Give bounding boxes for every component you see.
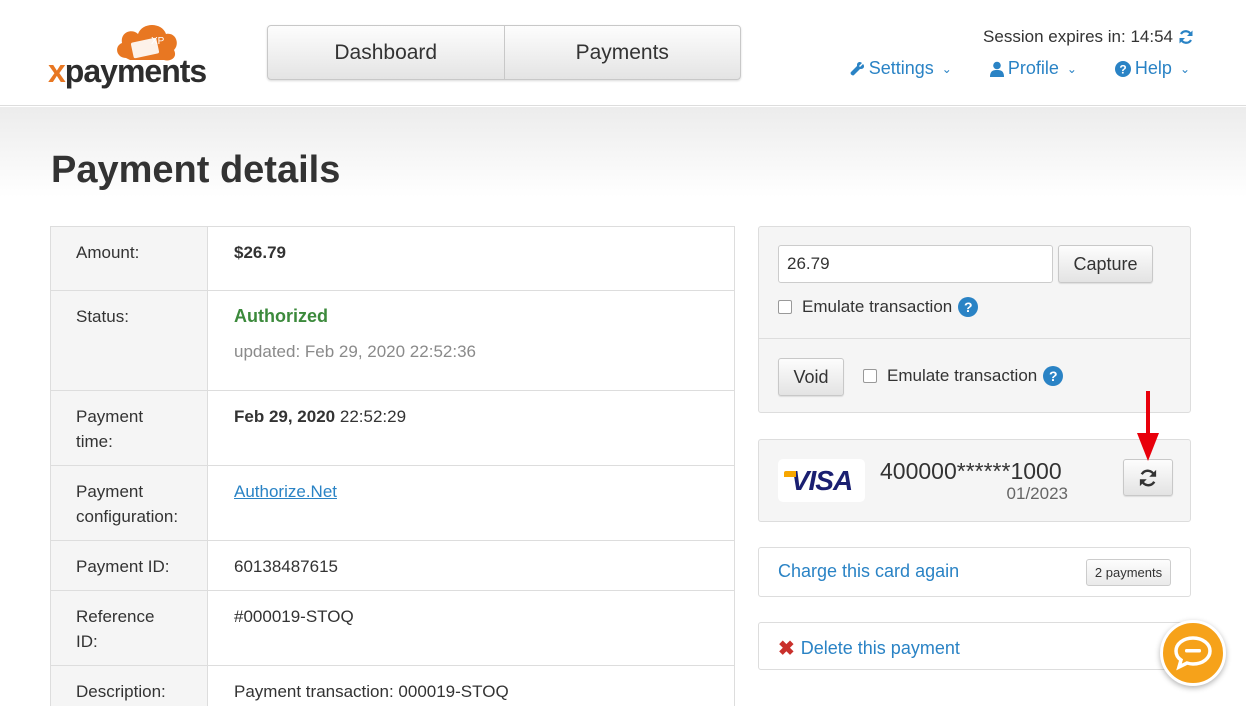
description-value: Payment transaction: 000019-STOQ — [234, 682, 509, 701]
wrench-icon — [850, 61, 864, 75]
capture-emulate-checkbox[interactable] — [778, 300, 792, 314]
charge-again-panel: Charge this card again 2 payments — [758, 547, 1191, 597]
payment-id-label: Payment ID: — [51, 541, 208, 590]
visa-logo-icon: VISA — [778, 459, 865, 502]
description-label: Description: — [51, 666, 208, 706]
details-row-description: Description: Payment transaction: 000019… — [51, 666, 734, 706]
profile-label: Profile — [1007, 58, 1059, 78]
status-value: Authorized — [234, 306, 328, 326]
delete-payment-link[interactable]: ✖ Delete this payment — [778, 636, 960, 661]
payments-count-badge[interactable]: 2 payments — [1086, 559, 1171, 586]
delete-payment-panel: ✖ Delete this payment — [758, 622, 1191, 670]
user-icon — [989, 61, 1004, 77]
annotation-arrow-icon — [1137, 391, 1159, 461]
transaction-actions-panel: Capture Emulate transaction ? Void Emula… — [758, 226, 1191, 413]
payment-configuration-link[interactable]: Authorize.Net — [234, 482, 337, 501]
svg-text:XP: XP — [151, 36, 165, 47]
capture-section: Capture Emulate transaction ? — [759, 227, 1190, 339]
details-row-amount: Amount: $26.79 — [51, 227, 734, 291]
chevron-down-icon: ⌄ — [1066, 61, 1077, 76]
saved-card-panel: VISA 400000******1000 01/2023 — [758, 439, 1191, 522]
details-row-payment-id: Payment ID: 60138487615 — [51, 541, 734, 591]
help-icon[interactable]: ? — [1043, 366, 1064, 386]
void-emulate-checkbox[interactable] — [863, 369, 877, 383]
top-menus: Settings ⌄ Profile ⌄ ? Help ⌄ — [849, 58, 1190, 79]
payment-time-date: Feb 29, 2020 — [234, 407, 336, 426]
question-circle-icon: ? — [1114, 60, 1131, 77]
reference-label-1: Reference — [76, 607, 155, 626]
void-emulate-row: Emulate transaction ? — [863, 366, 1064, 386]
nav-payments-button[interactable]: Payments — [503, 26, 741, 79]
help-menu[interactable]: ? Help ⌄ — [1114, 58, 1190, 79]
chevron-down-icon: ⌄ — [941, 61, 952, 76]
xpayments-logo[interactable]: XP xpayments — [48, 18, 218, 92]
config-label-1: Payment — [76, 482, 144, 501]
capture-amount-input[interactable] — [778, 245, 1053, 283]
status-updated: updated: Feb 29, 2020 22:52:36 — [234, 342, 476, 361]
chevron-down-icon: ⌄ — [1179, 61, 1190, 76]
session-timer: Session expires in: 14:54 — [983, 27, 1194, 47]
main-content: Payment details Amount: $26.79 Status: A… — [0, 107, 1246, 706]
live-chat-button[interactable] — [1160, 620, 1226, 686]
capture-button[interactable]: Capture — [1058, 245, 1153, 283]
capture-emulate-label: Emulate transaction — [802, 297, 953, 316]
details-row-status: Status: Authorized updated: Feb 29, 2020… — [51, 291, 734, 391]
amount-value: $26.79 — [234, 243, 286, 262]
logo-wordmark: xpayments — [48, 53, 207, 89]
status-label: Status: — [51, 291, 208, 390]
help-label: Help — [1134, 58, 1172, 78]
charge-card-again-link[interactable]: Charge this card again — [778, 561, 959, 582]
payment-id-value: 60138487615 — [234, 557, 339, 576]
nav-dashboard-button[interactable]: Dashboard — [268, 26, 504, 79]
details-row-configuration: Payment configuration: Authorize.Net — [51, 466, 734, 541]
session-label: Session expires in: 14:54 — [983, 27, 1173, 46]
details-row-payment-time: Payment time: Feb 29, 2020 22:52:29 — [51, 391, 734, 466]
refresh-icon — [1139, 469, 1157, 486]
profile-menu[interactable]: Profile ⌄ — [989, 58, 1077, 79]
svg-text:?: ? — [1119, 62, 1126, 76]
refresh-session-icon[interactable] — [1178, 29, 1194, 45]
payment-details-table: Amount: $26.79 Status: Authorized update… — [50, 226, 735, 706]
settings-menu[interactable]: Settings ⌄ — [849, 58, 952, 79]
void-button[interactable]: Void — [778, 358, 844, 396]
help-icon[interactable]: ? — [958, 297, 979, 317]
chat-bubble-icon — [1174, 636, 1212, 671]
card-expiry: 01/2023 — [1006, 484, 1068, 503]
card-number: 400000******1000 — [880, 458, 1062, 484]
payment-time-clock: 22:52:29 — [339, 407, 407, 426]
void-emulate-label: Emulate transaction — [887, 366, 1038, 385]
delete-x-icon: ✖ — [778, 638, 795, 660]
main-nav: Dashboard Payments — [267, 25, 741, 80]
delete-payment-label: Delete this payment — [800, 638, 960, 658]
payment-time-label-1: Payment — [76, 407, 144, 426]
settings-label: Settings — [868, 58, 934, 78]
refresh-card-button[interactable] — [1123, 459, 1173, 496]
payment-time-label-2: time: — [76, 432, 113, 451]
details-row-reference-id: Reference ID: #000019-STOQ — [51, 591, 734, 666]
amount-label: Amount: — [51, 227, 208, 290]
config-label-2: configuration: — [76, 507, 179, 526]
capture-emulate-row: Emulate transaction ? — [778, 297, 979, 317]
top-bar: XP xpayments Dashboard Payments Session … — [0, 0, 1246, 106]
page-title: Payment details — [51, 149, 341, 191]
reference-label-2: ID: — [76, 632, 98, 651]
reference-id-value: #000019-STOQ — [234, 607, 354, 626]
